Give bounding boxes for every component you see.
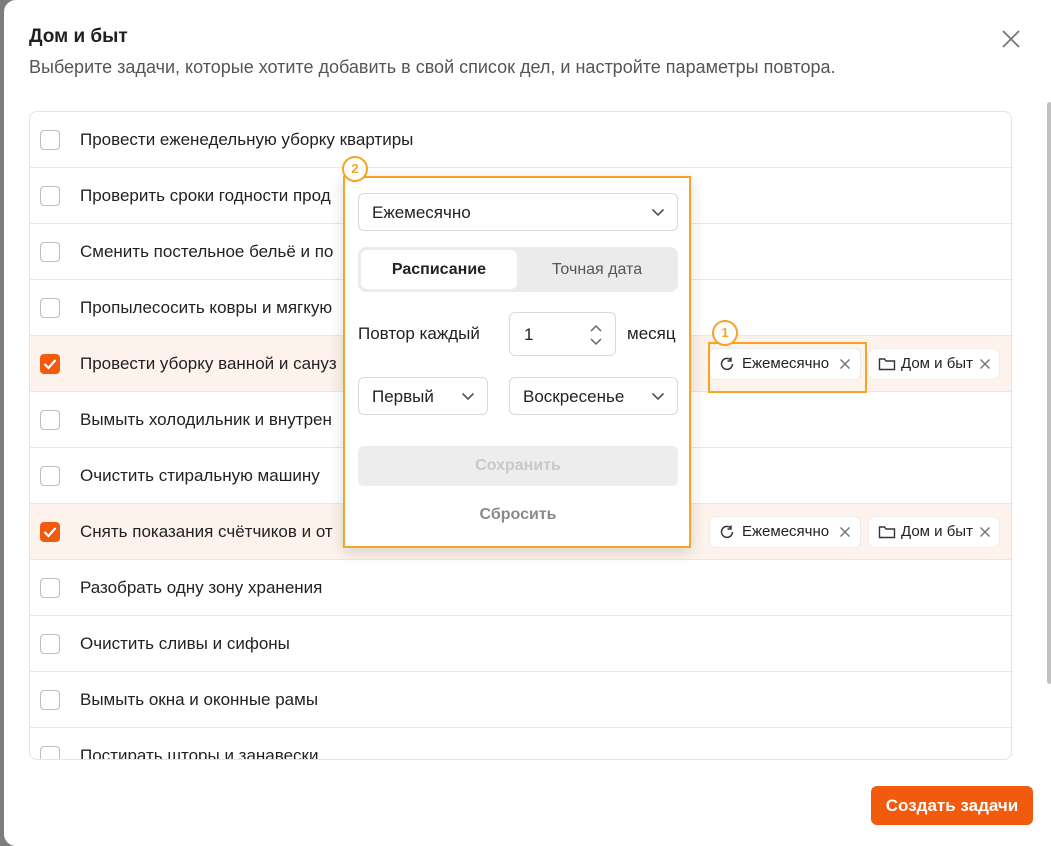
task-checkbox[interactable] xyxy=(40,410,60,430)
mode-toggle: Расписание Точная дата xyxy=(358,247,678,292)
list-item[interactable]: Постирать шторы и занавески xyxy=(30,728,1011,760)
task-label: Пропылесосить ковры и мягкую xyxy=(80,298,333,317)
chevron-down-icon xyxy=(651,208,665,217)
task-label: Провести еженедельную уборку квартиры xyxy=(80,130,414,149)
task-label: Снять показания счётчиков и от xyxy=(80,522,333,541)
task-checkbox[interactable] xyxy=(40,466,60,486)
task-label: Очистить сливы и сифоны xyxy=(80,634,290,653)
chevron-down-icon xyxy=(461,392,475,401)
tab-schedule[interactable]: Расписание xyxy=(361,250,517,289)
refresh-icon xyxy=(720,525,734,539)
annotation-badge-1: 1 xyxy=(712,320,738,346)
task-label: Провести уборку ванной и сануз xyxy=(80,354,337,373)
task-label: Вымыть окна и оконные рамы xyxy=(80,690,319,709)
task-checkbox[interactable] xyxy=(40,242,60,262)
folder-tag-label: Дом и быт xyxy=(901,355,973,372)
save-button[interactable]: Сохранить xyxy=(358,446,678,486)
remove-icon[interactable] xyxy=(839,526,851,538)
highlight-box-1 xyxy=(708,342,867,393)
task-label: Сменить постельное бельё и по xyxy=(80,242,334,261)
create-tasks-button[interactable]: Создать задачи xyxy=(871,786,1033,825)
week-ordinal-select[interactable]: Первый xyxy=(358,377,488,415)
folder-icon xyxy=(878,358,896,371)
list-item[interactable]: Очистить сливы и сифоны xyxy=(30,616,1011,672)
list-item[interactable]: Вымыть окна и оконные рамы xyxy=(30,672,1011,728)
check-icon xyxy=(43,527,57,538)
remove-icon[interactable] xyxy=(979,526,991,538)
repeat-tag-label: Ежемесячно xyxy=(742,523,830,540)
task-checkbox[interactable] xyxy=(40,298,60,318)
dialog-subtitle: Выберите задачи, которые хотите добавить… xyxy=(29,57,836,77)
frequency-select[interactable]: Ежемесячно xyxy=(358,193,678,231)
list-item[interactable]: Разобрать одну зону хранения xyxy=(30,560,1011,616)
close-icon[interactable] xyxy=(1000,28,1022,50)
tab-exact-date[interactable]: Точная дата xyxy=(519,250,675,289)
interval-unit-label: месяц xyxy=(627,324,676,343)
task-label: Разобрать одну зону хранения xyxy=(80,578,323,597)
repeat-interval-value: 1 xyxy=(524,325,534,344)
chevron-down-icon xyxy=(651,392,665,401)
annotation-badge-2: 2 xyxy=(342,156,368,182)
remove-icon[interactable] xyxy=(979,358,991,370)
weekday-value: Воскресенье xyxy=(523,387,625,406)
task-checkbox[interactable] xyxy=(40,746,60,759)
folder-icon xyxy=(878,526,896,539)
dialog-title: Дом и быт xyxy=(29,26,128,47)
stepper-arrows-icon[interactable] xyxy=(589,323,603,347)
folder-tag[interactable]: Дом и быт xyxy=(869,517,999,547)
task-checkbox[interactable] xyxy=(40,690,60,710)
repeat-tag[interactable]: Ежемесячно xyxy=(710,517,860,547)
task-checkbox[interactable] xyxy=(40,186,60,206)
task-checkbox[interactable] xyxy=(40,354,60,374)
reset-button[interactable]: Сбросить xyxy=(358,506,678,524)
scrollbar-thumb[interactable] xyxy=(1047,102,1051,684)
task-checkbox[interactable] xyxy=(40,578,60,598)
check-icon xyxy=(43,359,57,370)
list-item[interactable]: Провести еженедельную уборку квартиры xyxy=(30,112,1011,168)
folder-tag-label: Дом и быт xyxy=(901,523,973,540)
task-checkbox[interactable] xyxy=(40,634,60,654)
task-label: Вымыть холодильник и внутрен xyxy=(80,410,332,429)
week-ordinal-value: Первый xyxy=(372,387,434,406)
repeat-every-label: Повтор каждый xyxy=(358,324,480,343)
task-checkbox[interactable] xyxy=(40,130,60,150)
folder-tag[interactable]: Дом и быт xyxy=(869,349,999,379)
task-label: Проверить сроки годности прод xyxy=(80,186,331,205)
task-label: Очистить стиральную машину xyxy=(80,466,320,485)
task-label: Постирать шторы и занавески xyxy=(80,746,319,760)
repeat-settings-popover: Ежемесячно Расписание Точная дата Повтор… xyxy=(343,176,691,548)
task-checkbox[interactable] xyxy=(40,522,60,542)
frequency-value: Ежемесячно xyxy=(372,203,471,222)
weekday-select[interactable]: Воскресенье xyxy=(509,377,678,415)
repeat-interval-stepper[interactable]: 1 xyxy=(509,312,616,356)
